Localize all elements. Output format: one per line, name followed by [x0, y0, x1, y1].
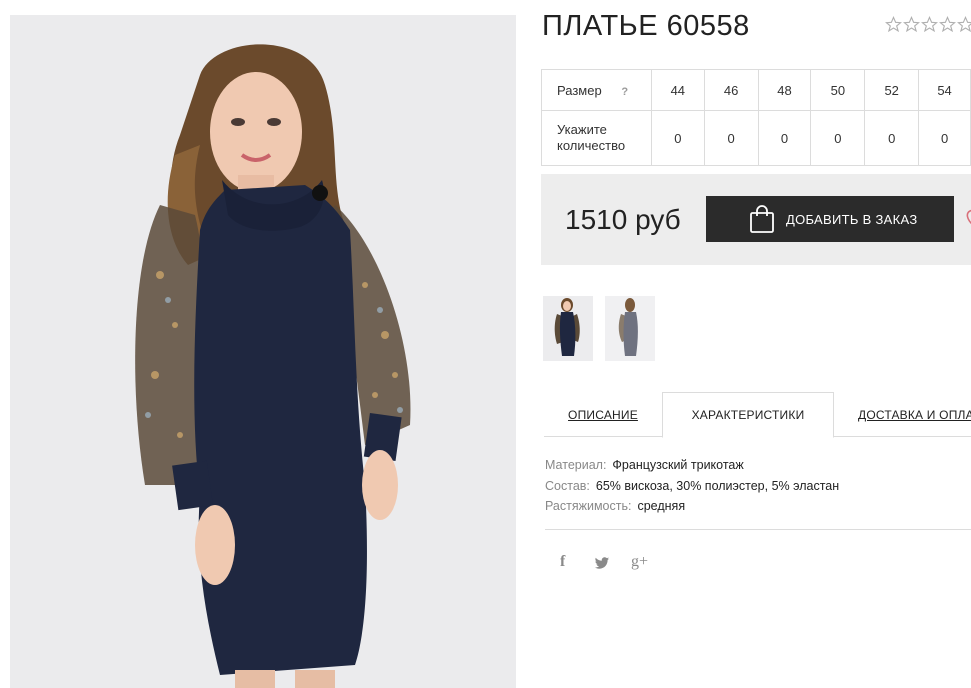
product-price: 1510 руб — [565, 204, 681, 235]
size-cell: 54 — [918, 69, 971, 111]
quantity-label-line2: количество — [557, 138, 626, 153]
size-cell: 46 — [703, 69, 759, 111]
specs-divider — [545, 529, 971, 530]
quantity-row: Укажите количество 0 0 0 0 0 0 — [541, 110, 971, 166]
add-to-order-label: ДОБАВИТЬ В ЗАКАЗ — [786, 211, 918, 227]
product-title: ПЛАТЬЕ 60558 — [542, 10, 750, 42]
quantity-input[interactable]: 0 — [650, 110, 705, 166]
spec-key: Растяжимость: — [545, 499, 632, 513]
tab-description[interactable]: ОПИСАНИЕ — [544, 392, 662, 437]
spec-row-composition: Состав: 65% вискоза, 30% полиэстер, 5% эл… — [545, 476, 839, 497]
size-label: Размер — [557, 82, 602, 98]
spec-value: средняя — [637, 499, 686, 513]
tab-description-label: ОПИСАНИЕ — [568, 407, 638, 422]
quantity-input[interactable]: 0 — [757, 110, 812, 166]
heart-icon[interactable] — [964, 208, 971, 228]
size-cell: 52 — [864, 69, 920, 111]
facebook-icon[interactable]: f — [560, 553, 565, 571]
size-cell: 48 — [757, 69, 812, 111]
size-cell: 50 — [810, 69, 866, 111]
tab-characteristics[interactable]: ХАРАКТЕРИСТИКИ — [662, 392, 834, 438]
quantity-input[interactable]: 0 — [703, 110, 759, 166]
tab-characteristics-label: ХАРАКТЕРИСТИКИ — [691, 408, 805, 422]
product-thumbnail-side[interactable] — [605, 296, 655, 361]
star-icon[interactable] — [921, 16, 938, 33]
size-table: Размер ? 44 46 48 50 52 54 Укажите колич… — [541, 69, 971, 166]
size-help-icon[interactable]: ? — [621, 86, 628, 98]
price-box: 1510 руб ДОБАВИТЬ В ЗАКАЗ — [541, 174, 971, 265]
shopping-bag-icon — [749, 204, 775, 234]
size-header: Размер ? — [541, 69, 652, 111]
spec-key: Состав: — [545, 478, 590, 493]
quantity-input[interactable]: 0 — [918, 110, 971, 166]
star-icon[interactable] — [939, 16, 956, 33]
add-to-order-button[interactable]: ДОБАВИТЬ В ЗАКАЗ — [706, 196, 954, 242]
spec-row-material: Материал: Французский трикотаж — [545, 455, 839, 476]
quantity-input[interactable]: 0 — [810, 110, 866, 166]
star-icon[interactable] — [957, 16, 971, 33]
quantity-input[interactable]: 0 — [864, 110, 920, 166]
spec-value: 65% вискоза, 30% полиэстер, 5% эластан — [595, 478, 840, 493]
spec-row-stretch: Растяжимость: средняя — [545, 496, 839, 517]
tab-delivery[interactable]: ДОСТАВКА И ОПЛАТА — [834, 392, 971, 437]
rating-stars[interactable] — [885, 16, 971, 33]
characteristics-list: Материал: Французский трикотаж Состав: 65%… — [545, 455, 839, 517]
star-icon[interactable] — [903, 16, 920, 33]
spec-key: Материал: — [545, 458, 607, 472]
size-cell: 44 — [650, 69, 705, 111]
quantity-header: Укажите количество — [541, 110, 652, 166]
google-plus-icon[interactable]: g+ — [631, 553, 648, 571]
product-main-photo[interactable] — [10, 15, 516, 688]
spec-value: Французский трикотаж — [612, 458, 744, 472]
product-tabs: ОПИСАНИЕ ХАРАКТЕРИСТИКИ ДОСТАВКА И ОПЛАТ… — [544, 392, 971, 438]
tab-delivery-label: ДОСТАВКА И ОПЛАТА — [858, 407, 971, 422]
star-icon[interactable] — [885, 16, 902, 33]
quantity-label-line1: Укажите — [557, 122, 607, 137]
product-thumbnail-front[interactable] — [543, 296, 593, 361]
size-row: Размер ? 44 46 48 50 52 54 — [541, 69, 971, 111]
twitter-icon[interactable] — [594, 553, 610, 570]
